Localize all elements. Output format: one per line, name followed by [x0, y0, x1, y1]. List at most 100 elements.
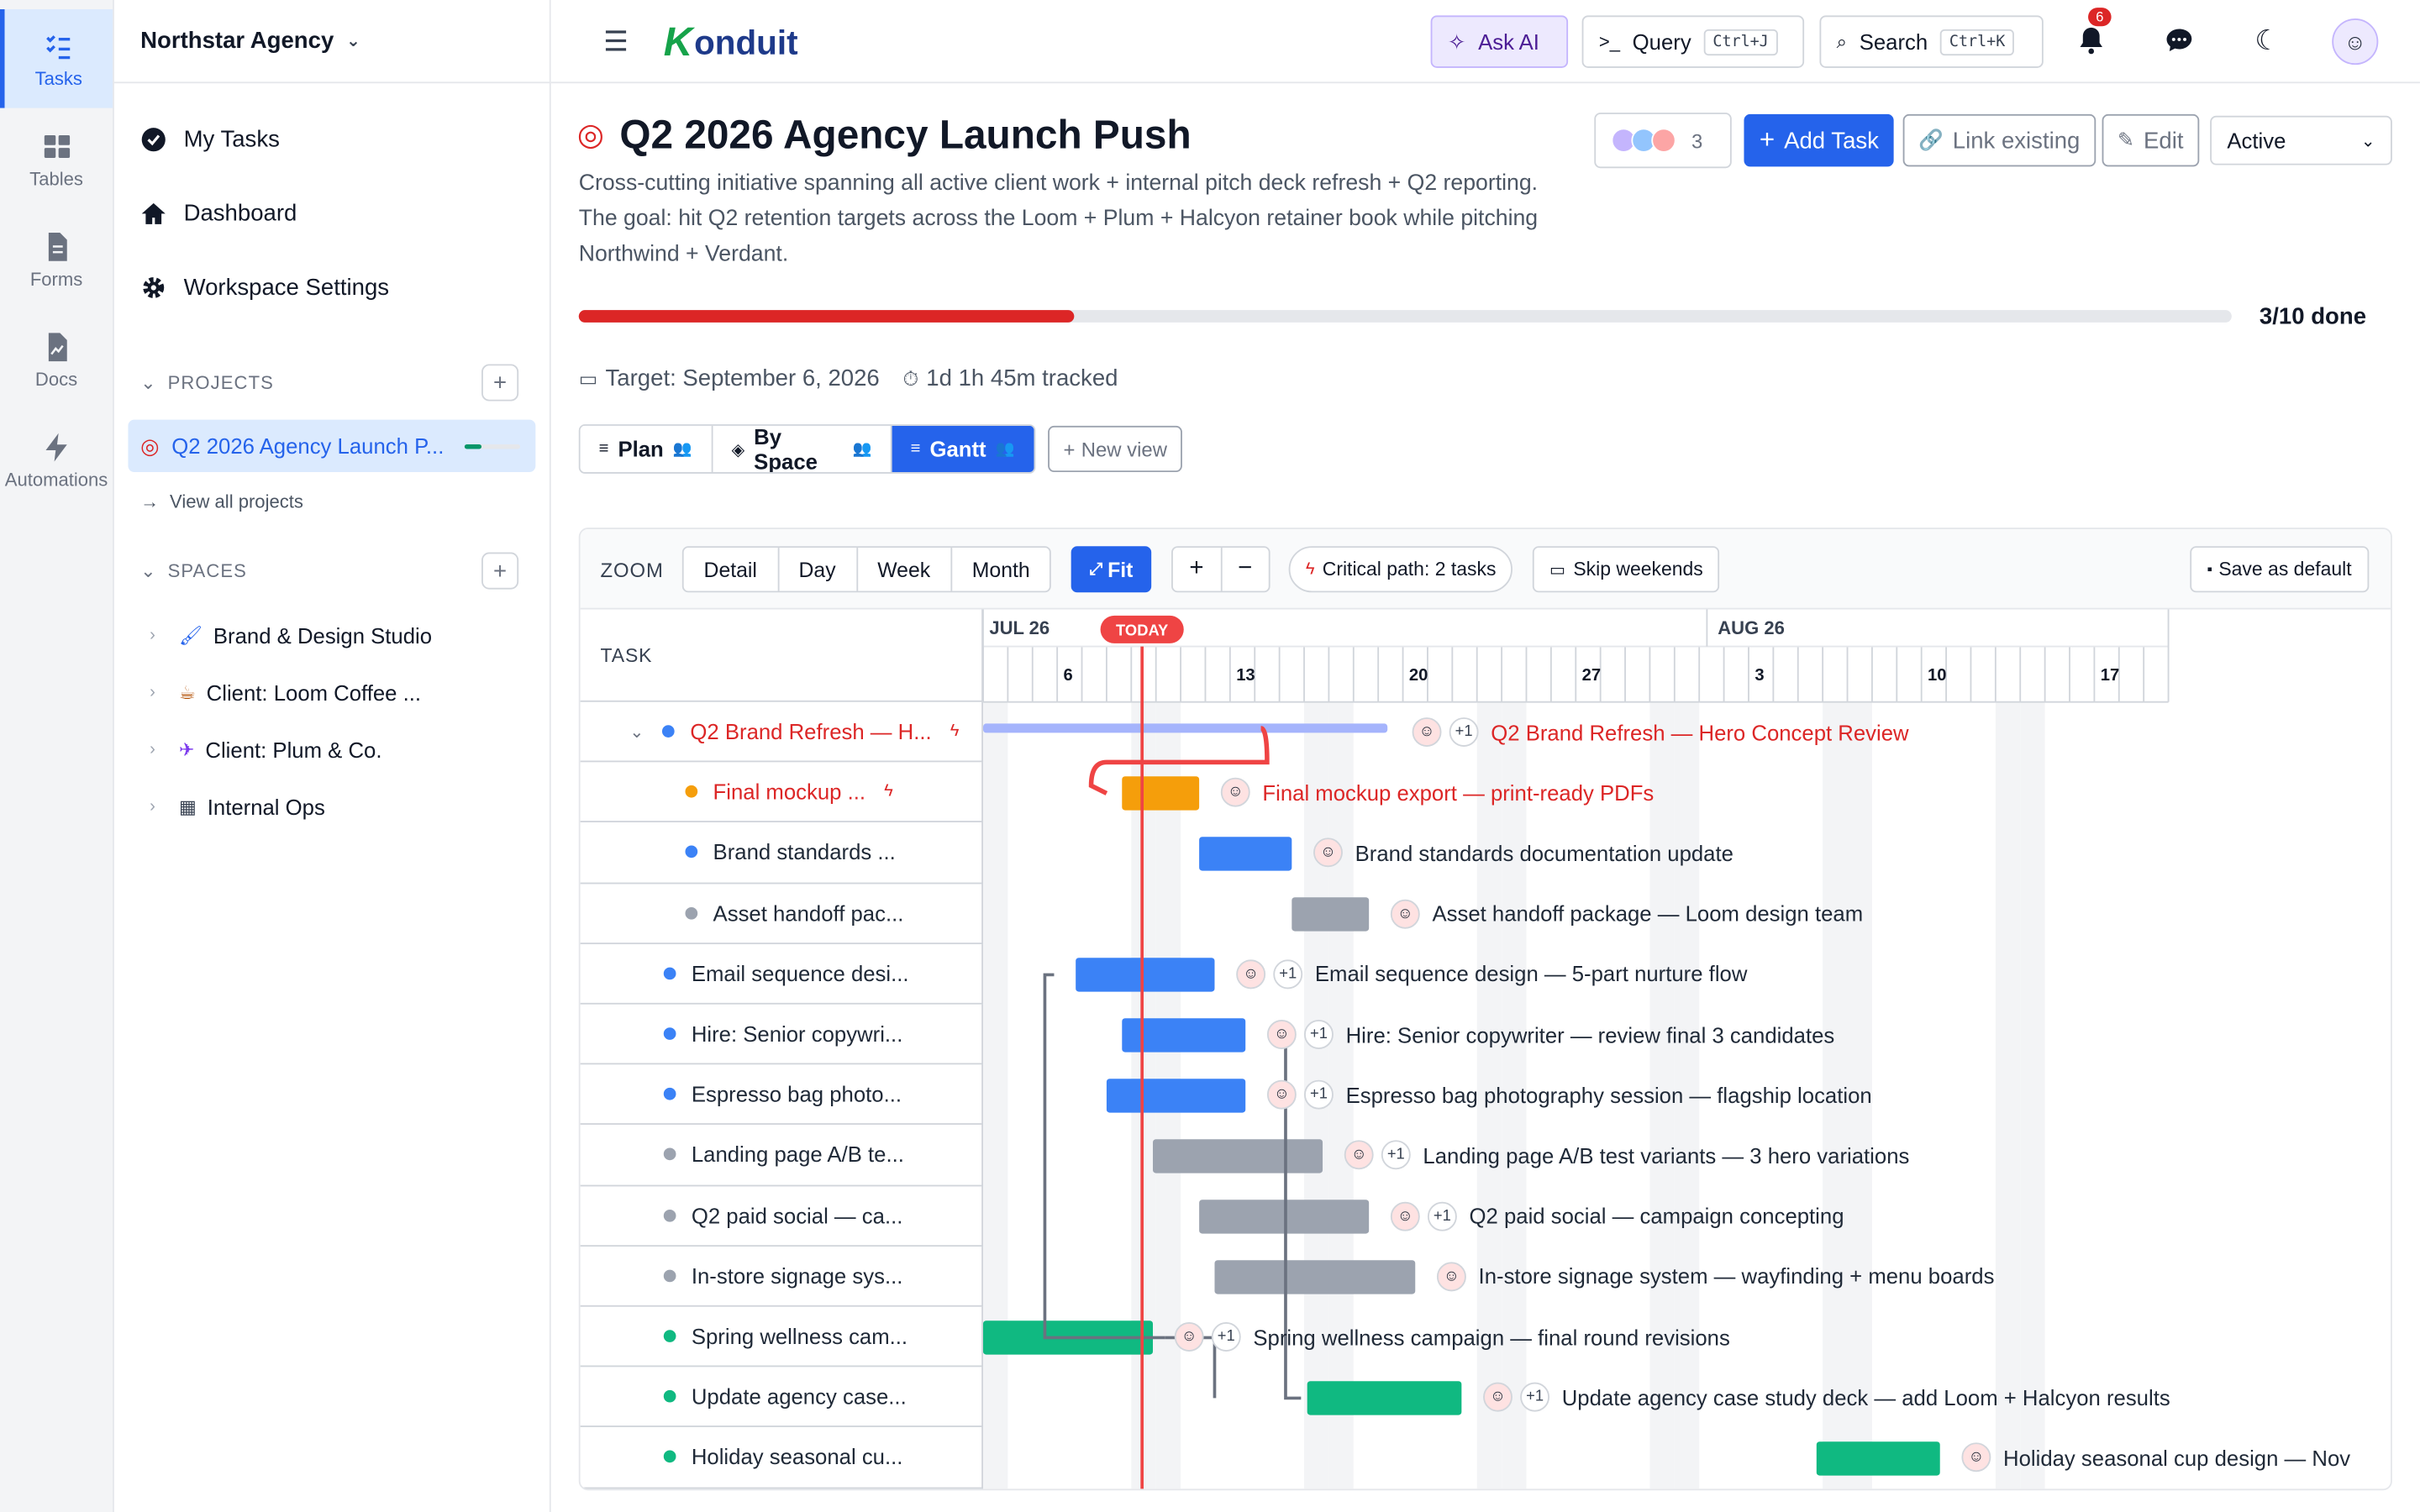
status-dot: [685, 906, 698, 920]
bell-icon: [2080, 27, 2102, 55]
sidebar: Northstar Agency ⌄ My Tasks Dashboard Wo…: [113, 0, 551, 1512]
task-row[interactable]: Q2 paid social — ca...: [580, 1185, 983, 1247]
tab-plan[interactable]: ≡ Plan 👥: [580, 425, 713, 473]
bar-label[interactable]: ☺ +1 Landing page A/B test variants — 3 he…: [1344, 1141, 1909, 1170]
add-space-button[interactable]: +: [481, 552, 519, 590]
avatar: ☺: [1266, 1080, 1297, 1110]
tab-by-space[interactable]: ◈ By Space 👥: [713, 426, 892, 473]
query-button[interactable]: >_ Query Ctrl+J: [1581, 15, 1805, 68]
workspace-switcher[interactable]: Northstar Agency ⌄: [140, 28, 360, 54]
month-label: JUL 26: [989, 617, 1050, 638]
zoom-day-button[interactable]: Day: [779, 548, 858, 591]
sidebar-item-active-project[interactable]: ◎ Q2 2026 Agency Launch P...: [128, 419, 536, 473]
bolt-icon: ϟ: [1305, 559, 1315, 579]
sidebar-item-space-plum[interactable]: › ✈ Client: Plum & Co.: [150, 738, 381, 762]
task-row[interactable]: Espresso bag photo...: [580, 1064, 983, 1126]
sidebar-item-space-loom[interactable]: › ☕ Client: Loom Coffee ...: [150, 680, 421, 705]
zoom-out-button[interactable]: −: [1222, 548, 1269, 591]
sidebar-item-space-brand[interactable]: › 🖌 Brand & Design Studio: [150, 623, 432, 648]
moon-icon[interactable]: ☾: [2254, 24, 2280, 57]
chat-button[interactable]: [2165, 26, 2193, 61]
bar-label[interactable]: ☺ In-store signage system — wayfinding + …: [1436, 1262, 1995, 1291]
spaces-section-toggle[interactable]: ⌄ SPACES: [140, 560, 247, 582]
bar-label-text: In-store signage system — wayfinding + m…: [1478, 1263, 1995, 1289]
task-row[interactable]: Hire: Senior copywri...: [580, 1004, 983, 1065]
critical-path-label: Critical path: 2 tasks: [1322, 558, 1497, 580]
bar-label[interactable]: ☺ +1 Hire: Senior copywriter — review fina…: [1266, 1020, 1834, 1049]
rail-docs[interactable]: Docs: [0, 310, 113, 409]
task-row[interactable]: In-store signage sys...: [580, 1246, 983, 1307]
pencil-icon: ✎: [2117, 128, 2134, 151]
bar-label[interactable]: ☺ +1 Q2 paid social — campaign concepting: [1390, 1201, 1844, 1231]
notifications-button[interactable]: 6: [2077, 8, 2112, 63]
task-bar: [1122, 776, 1200, 811]
check-circle-icon: [141, 128, 166, 152]
skip-weekends-toggle[interactable]: ▭ Skip weekends: [1532, 546, 1720, 593]
task-name: In-store signage sys...: [691, 1263, 903, 1289]
rail-forms[interactable]: Forms: [0, 210, 113, 309]
task-row[interactable]: Brand standards ...: [580, 822, 983, 884]
task-row[interactable]: Final mockup ... ϟ: [580, 762, 983, 823]
rail-tables[interactable]: Tables: [0, 109, 113, 208]
bar-label[interactable]: ☺ +1 Espresso bag photography session — fl…: [1266, 1080, 1872, 1110]
edit-button[interactable]: ✎ Edit: [2102, 113, 2199, 167]
nav-workspace-settings[interactable]: Workspace Settings: [140, 275, 389, 301]
week-tick-label: 17: [2101, 666, 2119, 685]
week-tick-label: 3: [1754, 666, 1764, 685]
bar-label[interactable]: ☺ +1 Q2 Brand Refresh — Hero Concept Revie…: [1412, 717, 1909, 747]
add-project-button[interactable]: +: [481, 364, 519, 402]
bar-label[interactable]: ☺ Asset handoff package — Loom design tea…: [1390, 899, 1863, 928]
add-task-button[interactable]: + Add Task: [1744, 113, 1895, 167]
zoom-week-button[interactable]: Week: [857, 548, 952, 591]
task-row[interactable]: Landing page A/B te...: [580, 1125, 983, 1186]
bar-label[interactable]: ☺ +1 Email sequence design — 5-part nurtur…: [1236, 959, 1747, 989]
avatar: ☺: [1220, 778, 1250, 807]
bar-label[interactable]: ☺ +1 Update agency case study deck — add L…: [1483, 1383, 2170, 1412]
fit-button[interactable]: ⤢ Fit: [1071, 546, 1152, 593]
task-row[interactable]: Spring wellness cam...: [580, 1306, 983, 1368]
chevron-down-icon[interactable]: ⌄: [629, 722, 644, 742]
critical-path-toggle[interactable]: ϟ Critical path: 2 tasks: [1288, 546, 1513, 593]
link-existing-button[interactable]: 🔗 Link existing: [1902, 113, 2096, 167]
task-row[interactable]: Update agency case...: [580, 1367, 983, 1428]
hamburger-menu-icon[interactable]: ☰: [603, 26, 629, 59]
projects-section-toggle[interactable]: ⌄ PROJECTS: [140, 372, 274, 394]
new-view-button[interactable]: + New view: [1048, 425, 1183, 473]
rail-tables-label: Tables: [29, 167, 83, 189]
sidebar-item-space-ops[interactable]: › ▦ Internal Ops: [150, 795, 325, 819]
bar-label[interactable]: ☺ Final mockup export — print-ready PDFs: [1220, 778, 1654, 807]
tab-gantt[interactable]: ≡ Gantt 👥: [892, 425, 1034, 473]
user-avatar[interactable]: ☺: [2332, 18, 2379, 66]
gantt-toolbar: ZOOM Detail Day Week Month ⤢ Fit + − ϟ C…: [580, 528, 2391, 610]
app-logo[interactable]: K onduit: [664, 18, 798, 66]
rail-automations[interactable]: Automations: [0, 411, 113, 510]
zoom-detail-button[interactable]: Detail: [684, 548, 779, 591]
target-icon: ◎: [576, 118, 604, 153]
avatar: ☺: [1390, 1201, 1420, 1231]
form-icon: [47, 232, 66, 260]
gantt-icon: ≡: [910, 439, 921, 459]
status-select[interactable]: Active ⌄: [2210, 115, 2392, 165]
bar-label[interactable]: ☺ +1 Spring wellness campaign — final roun…: [1174, 1322, 1730, 1352]
search-button[interactable]: ⌕ Search Ctrl+K: [1819, 15, 2044, 68]
view-all-projects-link[interactable]: → View all projects: [140, 491, 303, 512]
task-name: Email sequence desi...: [691, 961, 909, 986]
task-row[interactable]: Email sequence desi...: [580, 943, 983, 1005]
save-default-button[interactable]: ▪ Save as default: [2190, 546, 2369, 593]
bar-label[interactable]: ☺ Brand standards documentation update: [1313, 838, 1733, 868]
task-row[interactable]: Holiday seasonal cu...: [580, 1427, 983, 1488]
rail-tasks[interactable]: Tasks: [0, 9, 113, 108]
nav-my-tasks[interactable]: My Tasks: [140, 127, 280, 153]
nav-dashboard[interactable]: Dashboard: [140, 201, 297, 227]
zoom-month-button[interactable]: Month: [952, 548, 1050, 591]
task-row[interactable]: Asset handoff pac...: [580, 883, 983, 944]
bar-label[interactable]: ☺ Holiday seasonal cup design — Nov: [1961, 1443, 2350, 1473]
ask-ai-button[interactable]: ✧ Ask AI: [1430, 15, 1569, 68]
zoom-in-button[interactable]: +: [1173, 548, 1222, 591]
extra-assignees-badge: +1: [1304, 1080, 1334, 1110]
week-tick-label: 13: [1236, 666, 1255, 685]
members-button[interactable]: 3: [1594, 113, 1732, 169]
week-tick-label: 20: [1409, 666, 1428, 685]
logo-text: onduit: [694, 22, 798, 61]
task-row[interactable]: ⌄ Q2 Brand Refresh — H... ϟ: [580, 701, 983, 763]
